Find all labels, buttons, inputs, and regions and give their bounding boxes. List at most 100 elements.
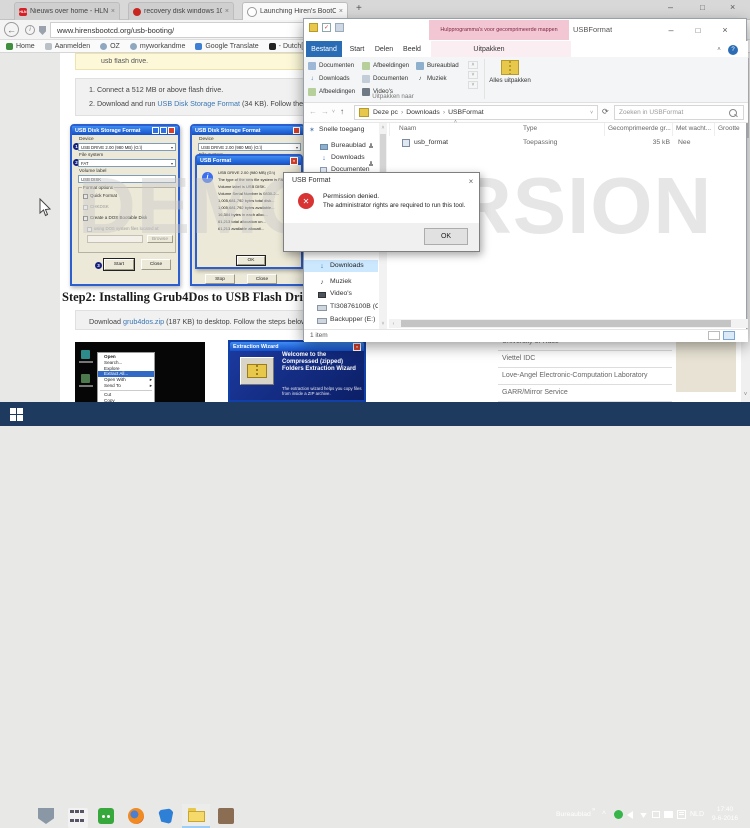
nav-back-button[interactable]: ← [309, 107, 317, 116]
sidebar-drive-c[interactable]: TI30876100B (C:) [330, 303, 378, 310]
desktop-toolbar-label[interactable]: Bureaublad [556, 811, 591, 818]
extract-to-documents[interactable]: Documenten [308, 60, 360, 71]
crumb-deze-pc[interactable]: Deze pc [373, 109, 398, 116]
clock-date[interactable]: 9-6-2016 [704, 815, 746, 822]
column-naam[interactable]: Naam [399, 125, 499, 132]
tab-bestand[interactable]: Bestand [306, 41, 342, 57]
taskbar-file-explorer-icon[interactable] [188, 808, 204, 824]
help-icon[interactable]: ? [728, 45, 738, 55]
browser-minimize-button[interactable]: – [668, 2, 673, 12]
breadcrumb-dropdown-icon[interactable]: ˅ [590, 110, 593, 116]
file-pane-hscrollbar[interactable]: ‹ [389, 319, 748, 328]
tray-green-status-icon[interactable] [614, 810, 623, 819]
crumb-downloads[interactable]: Downloads [406, 109, 440, 116]
browser-close-button[interactable]: × [730, 2, 735, 12]
browser-maximize-button[interactable]: □ [700, 3, 705, 12]
column-password[interactable]: Met wacht... [676, 125, 714, 132]
scroll-down-arrow[interactable]: ˅ [379, 319, 387, 328]
info-icon[interactable]: i [25, 25, 35, 35]
icons-view-button[interactable] [723, 331, 735, 340]
sidebar-videos[interactable]: Video's [330, 290, 376, 297]
nav-forward-button[interactable]: → [321, 107, 329, 116]
sidebar-quick-access[interactable]: Snelle toegang [319, 126, 377, 133]
file-name[interactable]: usb_format [414, 139, 514, 146]
qat-new-folder-icon[interactable] [335, 23, 344, 32]
explorer-minimize-button[interactable]: – [662, 23, 680, 37]
targets-scroll-up[interactable]: ˄ [468, 61, 478, 69]
targets-scroll-down[interactable]: ˅ [468, 71, 478, 79]
bookmark-aanmelden[interactable]: Aanmelden [45, 43, 90, 50]
collapse-ribbon-icon[interactable]: ˄ [714, 45, 724, 55]
scroll-down-arrow[interactable]: ˅ [741, 390, 750, 400]
crumb-usbformat[interactable]: USBFormat [448, 109, 484, 116]
taskbar-green-app-icon[interactable] [98, 808, 114, 824]
scrollbar-thumb[interactable] [401, 320, 731, 327]
tab-close-icon[interactable]: × [225, 8, 229, 15]
usb-disk-storage-format-link[interactable]: USB Disk Storage Format [157, 99, 240, 108]
sidebar-muziek[interactable]: Muziek [330, 278, 376, 285]
ok-button[interactable]: OK [424, 228, 468, 245]
language-indicator[interactable]: NLD [690, 811, 704, 818]
tray-icon-1[interactable] [652, 811, 660, 818]
tray-expand-icon[interactable]: ˄ [602, 810, 606, 817]
tab-uitpakken[interactable]: Uitpakken [464, 41, 514, 57]
tray-icon-2[interactable] [664, 811, 673, 818]
grub4dos-link[interactable]: grub4dos.zip [123, 317, 164, 326]
search-box[interactable]: Zoeken in USBFormat [614, 105, 744, 120]
refresh-icon[interactable]: ⟳ [602, 107, 609, 116]
browser-tab-2[interactable]: recovery disk windows 10... × [128, 2, 234, 20]
qat-properties-icon[interactable]: ✓ [322, 23, 331, 32]
extract-all-button[interactable]: Alles uitpakken [488, 59, 532, 101]
mirror-link[interactable]: Love-Angel Electronic-Computation Labora… [498, 368, 672, 385]
tab-delen[interactable]: Delen [370, 41, 398, 57]
taskbar-thunderbird-icon[interactable] [158, 808, 174, 824]
clock-time[interactable]: 17:40 [704, 806, 746, 813]
tab-close-icon[interactable]: × [111, 8, 115, 15]
start-button[interactable] [10, 408, 23, 421]
nav-up-button[interactable]: ↑ [340, 107, 344, 116]
bookmark-myworkandme[interactable]: myworkandme [130, 43, 186, 50]
scroll-left-arrow[interactable]: ‹ [389, 319, 398, 328]
extract-to-pictures[interactable]: Afbeeldingen [362, 60, 414, 71]
scroll-up-arrow[interactable]: ˄ [379, 123, 387, 132]
column-size[interactable]: Grootte [718, 125, 746, 132]
explorer-close-button[interactable]: × [716, 23, 734, 37]
tab-start[interactable]: Start [344, 41, 370, 57]
qat-folder-icon[interactable] [309, 23, 318, 32]
column-compressed[interactable]: Gecomprimeerde gr... [608, 125, 672, 132]
sidebar-downloads-pinned[interactable]: Downloads [331, 154, 371, 161]
extract-to-music[interactable]: ♪Muziek [416, 73, 468, 84]
bookmark-oz[interactable]: OZ [100, 43, 120, 50]
action-center-icon[interactable] [677, 810, 686, 819]
extract-to-desktop[interactable]: Bureaublad [416, 60, 468, 71]
nav-history-dropdown[interactable]: ˅ [332, 109, 335, 115]
toolbar-overflow-chevron[interactable]: » [592, 807, 595, 813]
explorer-maximize-button[interactable]: □ [689, 23, 707, 37]
targets-more[interactable]: ˅ [468, 81, 478, 89]
taskbar-app-brown-icon[interactable] [218, 808, 234, 824]
column-type[interactable]: Type [523, 125, 603, 132]
browser-tab-1[interactable]: HLN Nieuws over home - HLN... × [14, 2, 120, 20]
volume-icon[interactable] [627, 811, 633, 819]
bookmark-google-translate[interactable]: Google Translate [195, 43, 258, 50]
tab-close-icon[interactable]: × [339, 8, 343, 15]
taskbar-calculator-icon[interactable] [68, 808, 88, 828]
back-button[interactable]: ← [4, 22, 19, 37]
mirror-link[interactable]: Viettel IDC [498, 351, 672, 368]
network-wifi-icon[interactable] [639, 811, 648, 818]
mirror-link[interactable]: GARR/Mirror Service [498, 385, 672, 402]
taskbar-firefox-icon[interactable] [128, 808, 144, 824]
extract-to-downloads[interactable]: ↓Downloads [308, 73, 360, 84]
details-view-button[interactable] [708, 331, 720, 340]
taskbar-app-shield-icon[interactable] [38, 808, 54, 824]
extract-to-documents-2[interactable]: Documenten [362, 73, 414, 84]
dialog-close-icon[interactable]: × [464, 175, 478, 187]
search-icon[interactable] [729, 109, 737, 117]
sidebar-drive-e[interactable]: Backupper (E:) [330, 316, 378, 323]
tab-beeld[interactable]: Beeld [398, 41, 426, 57]
new-tab-button[interactable]: + [356, 3, 362, 14]
breadcrumb[interactable]: Deze pc › Downloads › USBFormat ˅ [354, 105, 598, 120]
bookmark-home[interactable]: Home [6, 43, 35, 50]
sidebar-bureaublad[interactable]: Bureaublad [331, 142, 371, 149]
sidebar-downloads[interactable]: Downloads [330, 262, 376, 269]
